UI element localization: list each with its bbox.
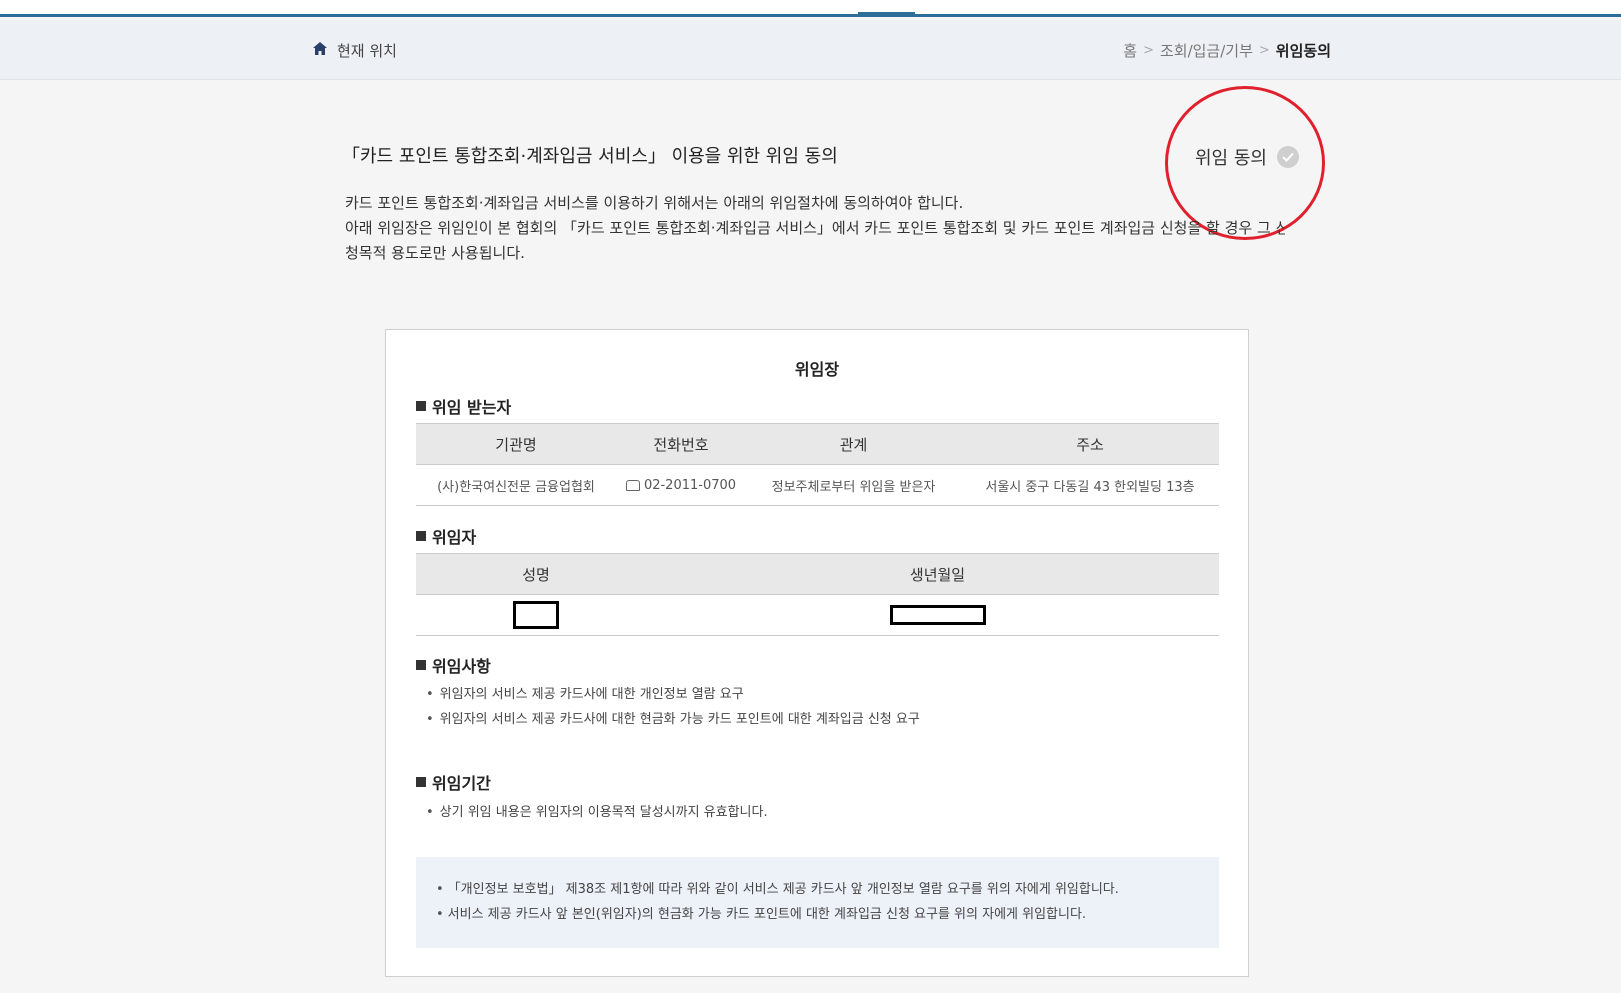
- breadcrumb-home[interactable]: 홈: [1123, 40, 1137, 61]
- delegation-document: 위임장 위임 받는자 기관명 전화번호 관계 주소 (사)한국여신전문 금융업협…: [385, 329, 1249, 977]
- matters-list: 위임자의 서비스 제공 카드사에 대한 개인정보 열람 요구 위임자의 서비스 …: [426, 682, 920, 732]
- square-bullet-icon: [416, 777, 426, 787]
- table-cell: 서울시 중구 다동길 43 한외빌딩 13층: [985, 479, 1195, 495]
- table-cell: [656, 605, 1219, 625]
- breadcrumb-separator: >: [1258, 42, 1270, 58]
- top-nav-line: [0, 0, 1621, 17]
- legal-notice-box: 「개인정보 보호법」 제38조 제1항에 따라 위와 같이 서비스 제공 카드사…: [416, 857, 1219, 948]
- active-menu-indicator: [858, 12, 915, 17]
- section-heading-period: 위임기간: [416, 770, 491, 794]
- section-heading-recipient: 위임 받는자: [416, 394, 511, 418]
- delegator-table: 성명 생년월일: [416, 553, 1219, 636]
- column-header: 성명: [522, 565, 550, 584]
- current-location: 현재 위치: [312, 40, 397, 60]
- redacted-name-box: [513, 601, 559, 629]
- column-header: 전화번호: [653, 435, 709, 454]
- table-row: [416, 595, 1219, 636]
- table-cell: 정보주체로부터 위임을 받은자: [771, 479, 936, 495]
- phone-icon: [625, 479, 640, 491]
- recipient-table: 기관명 전화번호 관계 주소 (사)한국여신전문 금융업협회 02-2011-0…: [416, 423, 1219, 506]
- section-heading-text: 위임자: [432, 528, 477, 547]
- location-bar: 현재 위치 홈 > 조회/입금/기부 > 위임동의: [0, 20, 1621, 80]
- section-heading-text: 위임사항: [432, 657, 491, 676]
- list-item: 상기 위임 내용은 위임자의 이용목적 달성시까지 유효합니다.: [426, 800, 768, 825]
- square-bullet-icon: [416, 660, 426, 670]
- list-item: 위임자의 서비스 제공 카드사에 대한 개인정보 열람 요구: [426, 682, 920, 707]
- redacted-birthdate-box: [889, 605, 986, 625]
- intro-text: 카드 포인트 통합조회·계좌입금 서비스를 이용하기 위해서는 아래의 위임절차…: [345, 191, 1285, 266]
- breadcrumb: 홈 > 조회/입금/기부 > 위임동의: [1123, 40, 1331, 60]
- notice-line: 「개인정보 보호법」 제38조 제1항에 따라 위와 같이 서비스 제공 카드사…: [436, 877, 1219, 902]
- table-row: (사)한국여신전문 금융업협회 02-2011-0700 정보주체로부터 위임을…: [416, 465, 1219, 506]
- square-bullet-icon: [416, 401, 426, 411]
- intro-line: 아래 위임장은 위임인이 본 협회의 「카드 포인트 통합조회·계좌입금 서비스…: [345, 219, 1285, 237]
- table-header: 성명 생년월일: [416, 553, 1219, 595]
- phone-number: 02-2011-0700: [643, 477, 737, 493]
- period-list: 상기 위임 내용은 위임자의 이용목적 달성시까지 유효합니다.: [426, 800, 768, 825]
- table-cell: (사)한국여신전문 금융업협회: [437, 479, 595, 495]
- breadcrumb-separator: >: [1143, 42, 1154, 58]
- column-header: 기관명: [495, 435, 537, 454]
- intro-line: 카드 포인트 통합조회·계좌입금 서비스를 이용하기 위해서는 아래의 위임절차…: [345, 194, 964, 212]
- square-bullet-icon: [416, 531, 426, 541]
- document-title: 위임장: [794, 360, 840, 379]
- list-item: 위임자의 서비스 제공 카드사에 대한 현금화 가능 카드 포인트에 대한 계좌…: [426, 707, 920, 732]
- page-title: 「카드 포인트 통합조회·계좌입금 서비스」 이용을 위한 위임 동의: [342, 146, 838, 167]
- section-heading-text: 위임기간: [432, 774, 491, 793]
- section-heading-delegator: 위임자: [416, 524, 476, 548]
- column-header: 생년월일: [909, 565, 966, 584]
- section-heading-matters: 위임사항: [416, 653, 491, 677]
- table-header: 기관명 전화번호 관계 주소: [416, 423, 1219, 465]
- column-header: 주소: [1076, 435, 1104, 454]
- intro-line: 청목적 용도로만 사용됩니다.: [345, 244, 525, 262]
- breadcrumb-current: 위임동의: [1275, 41, 1331, 60]
- home-icon: [312, 41, 328, 60]
- table-cell: 02-2011-0700: [616, 478, 746, 493]
- breadcrumb-category[interactable]: 조회/입금/기부: [1160, 40, 1253, 61]
- section-heading-text: 위임 받는자: [432, 398, 512, 417]
- column-header: 관계: [839, 435, 868, 454]
- notice-line: 서비스 제공 카드사 앞 본인(위임자)의 현금화 가능 카드 포인트에 대한 …: [436, 902, 1219, 927]
- current-location-label: 현재 위치: [337, 41, 397, 60]
- table-cell: [416, 601, 656, 629]
